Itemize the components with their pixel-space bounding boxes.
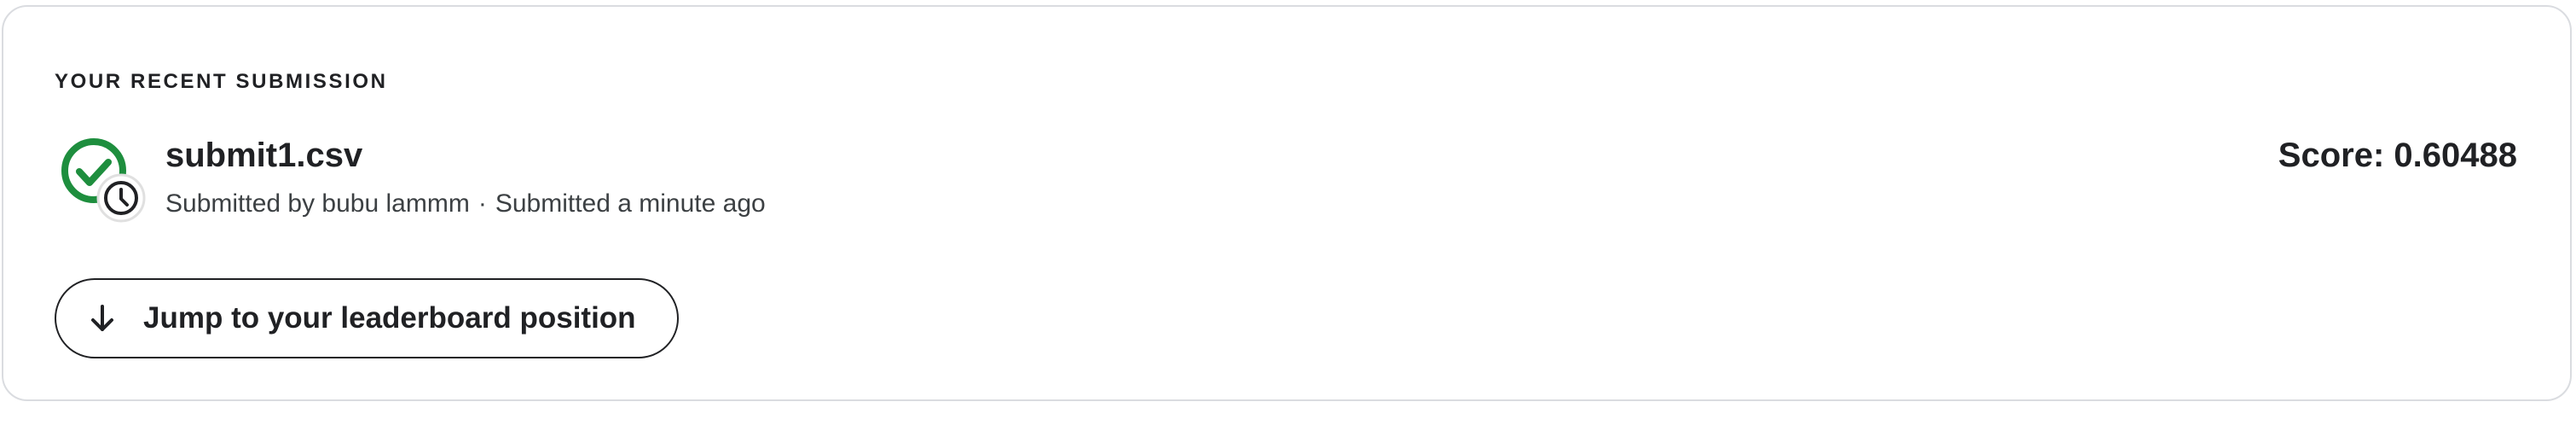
submission-meta: Submitted by bubu lammm · Submitted a minu…: [165, 189, 766, 218]
jump-button-label: Jump to your leaderboard position: [143, 301, 636, 335]
arrow-down-icon: [87, 303, 118, 334]
submission-status-icon: [56, 135, 152, 230]
submitted-by: Submitted by bubu lammm: [165, 189, 470, 218]
jump-to-leaderboard-button[interactable]: Jump to your leaderboard position: [55, 278, 679, 358]
section-title: YOUR RECENT SUBMISSION: [55, 70, 388, 93]
meta-separator: ·: [478, 189, 487, 218]
submission-file-name[interactable]: submit1.csv: [165, 137, 362, 175]
recent-submission-card: YOUR RECENT SUBMISSION submit1.csv Submi…: [2, 5, 2572, 401]
submission-score: Score: 0.60488: [2278, 137, 2517, 174]
submitted-time: Submitted a minute ago: [495, 189, 766, 218]
